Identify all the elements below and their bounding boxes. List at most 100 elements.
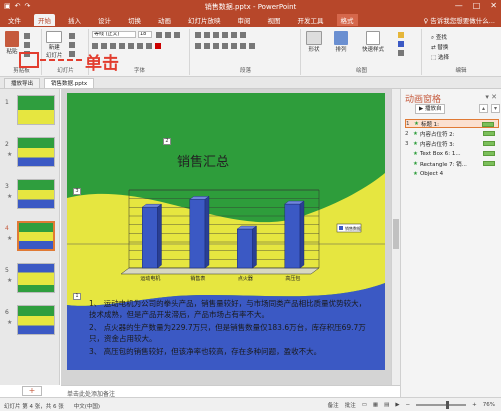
- shapes-button[interactable]: 形状: [306, 31, 322, 53]
- align-right-icon[interactable]: [213, 43, 219, 49]
- animation-item[interactable]: ★ Text Box 6: 1...: [405, 149, 499, 158]
- copy-icon[interactable]: [24, 42, 30, 48]
- columns-icon[interactable]: [231, 43, 237, 49]
- shape-effects-icon[interactable]: [398, 50, 404, 56]
- zoom-slider-handle[interactable]: [446, 401, 450, 409]
- tab-review[interactable]: 审阅: [234, 14, 255, 26]
- char-spacing-icon[interactable]: [137, 43, 143, 49]
- text-direction-icon[interactable]: [240, 32, 246, 38]
- align-left-icon[interactable]: [195, 43, 201, 49]
- slide-thumbnail-3[interactable]: [17, 179, 55, 209]
- animation-timing-bar: [482, 122, 494, 127]
- shape-outline-icon[interactable]: [398, 41, 404, 47]
- shadow-icon[interactable]: [119, 43, 125, 49]
- justify-icon[interactable]: [222, 43, 228, 49]
- font-name-select[interactable]: 等线 (正文): [92, 31, 136, 38]
- animation-item[interactable]: 2 ★ 内容占位符 2:: [405, 129, 499, 138]
- animation-timing-bar: [483, 131, 495, 136]
- animation-tag-1: 1: [73, 293, 81, 300]
- clear-format-icon[interactable]: [174, 32, 180, 38]
- shrink-font-icon[interactable]: [165, 32, 171, 38]
- tell-me-search[interactable]: ♀ 告诉我您想要做什么...: [423, 15, 495, 25]
- tab-home[interactable]: 开始: [34, 14, 55, 26]
- zoom-out-icon[interactable]: −: [406, 402, 411, 408]
- smartart-icon[interactable]: [249, 43, 255, 49]
- tab-design[interactable]: 设计: [94, 14, 115, 26]
- paste-button[interactable]: 粘贴: [5, 31, 19, 55]
- tab-slideshow[interactable]: 幻灯片放映: [184, 14, 225, 26]
- zoom-level: 76%: [482, 402, 495, 408]
- animation-item[interactable]: ★ Rectangle 7: 销...: [405, 159, 499, 168]
- numbering-icon[interactable]: [204, 32, 210, 38]
- animation-item[interactable]: 1 ★ 标题 1:: [405, 119, 499, 128]
- close-button[interactable]: ✕: [490, 1, 497, 10]
- slide-thumbnail-5[interactable]: [17, 263, 55, 293]
- align-center-icon[interactable]: [204, 43, 210, 49]
- line-spacing-icon[interactable]: [231, 32, 237, 38]
- notes-field[interactable]: 单击此处添加备注: [61, 385, 400, 398]
- tab-developer[interactable]: 开发工具: [294, 14, 328, 26]
- sorter-view-icon[interactable]: ▦: [373, 402, 378, 408]
- arrange-button[interactable]: 排列: [334, 31, 348, 53]
- slide-thumbnail-1[interactable]: [17, 95, 55, 125]
- legend-label: 销售数据: [345, 225, 361, 231]
- bullet-item: 1、 运动电机为公司的拳头产品，销售量较好，与市场同类产品相比质量优势较大，技术…: [89, 299, 367, 319]
- slide-title: 销售汇总: [177, 155, 230, 170]
- comments-button[interactable]: 批注: [345, 401, 356, 409]
- reset-icon[interactable]: [69, 42, 75, 48]
- slide-thumbnail-6[interactable]: [17, 305, 55, 335]
- normal-view-icon[interactable]: ▭: [362, 402, 367, 408]
- slide-thumbnails-pane: 1 2 ★ 3 ★ 4 ★ 5 ★ 6 ★: [0, 89, 60, 385]
- minimize-button[interactable]: —: [455, 1, 463, 10]
- slide[interactable]: 运动电机 销售表 点火器 高压包 销售数据 销售汇总 2 3 1 1、 运动电机为公司的…: [67, 93, 385, 370]
- tab-transitions[interactable]: 切换: [124, 14, 145, 26]
- reading-view-icon[interactable]: ▤: [384, 402, 389, 408]
- vertical-scrollbar[interactable]: [391, 89, 400, 385]
- move-down-icon[interactable]: ▾: [491, 104, 500, 113]
- shape-fill-icon[interactable]: [398, 32, 404, 38]
- bullets-icon[interactable]: [195, 32, 201, 38]
- animation-timing-bar: [483, 141, 495, 146]
- animation-item[interactable]: 3 ★ 内容占位符 3:: [405, 139, 499, 148]
- new-slide-button[interactable]: 新建 幻灯片: [46, 31, 63, 59]
- zoom-slider[interactable]: [416, 401, 467, 409]
- tab-format[interactable]: 格式: [336, 14, 358, 26]
- notes-button[interactable]: 备注: [328, 401, 339, 409]
- slide-thumbnail-2[interactable]: [17, 137, 55, 167]
- play-from-button[interactable]: ▶ 播放自: [415, 104, 445, 114]
- maximize-button[interactable]: □: [473, 1, 481, 10]
- increase-indent-icon[interactable]: [222, 32, 228, 38]
- annotation-highlight-box: [19, 52, 39, 68]
- zoom-in-icon[interactable]: +: [472, 402, 477, 408]
- close-icon[interactable]: ▾ ✕: [485, 93, 497, 101]
- select-button[interactable]: ⬚ 选择: [431, 53, 449, 61]
- change-case-icon[interactable]: [146, 43, 152, 49]
- doc-tab-sales[interactable]: 销售数据.pptx: [44, 77, 95, 88]
- strikethrough-icon[interactable]: [128, 43, 134, 49]
- font-size-select[interactable]: 18: [138, 31, 152, 38]
- slideshow-view-icon[interactable]: ▶: [395, 402, 399, 408]
- doc-tab-playback[interactable]: 播放导出: [4, 77, 41, 88]
- tab-animations[interactable]: 动画: [154, 14, 175, 26]
- tab-insert[interactable]: 插入: [64, 14, 85, 26]
- move-up-icon[interactable]: ▴: [479, 104, 488, 113]
- layout-icon[interactable]: [69, 33, 75, 39]
- tab-file[interactable]: 文件: [4, 14, 25, 26]
- replace-button[interactable]: ⇄ 替换: [431, 43, 448, 51]
- tab-view[interactable]: 视图: [264, 14, 285, 26]
- animation-star-icon: ★: [413, 140, 418, 147]
- animation-star-icon: ★: [413, 150, 418, 157]
- decrease-indent-icon[interactable]: [213, 32, 219, 38]
- scroll-thumb[interactable]: [393, 219, 399, 249]
- legend-swatch: [339, 226, 343, 230]
- align-text-icon[interactable]: [240, 43, 246, 49]
- grow-font-icon[interactable]: [156, 32, 162, 38]
- slide-thumbnail-4[interactable]: [17, 221, 55, 251]
- cut-icon[interactable]: [24, 33, 30, 39]
- add-slide-button[interactable]: +: [22, 386, 42, 396]
- font-color-icon[interactable]: [155, 43, 161, 49]
- find-button[interactable]: ⌕ 查找: [431, 33, 447, 42]
- quick-styles-button[interactable]: 快速样式: [362, 31, 384, 53]
- animation-item[interactable]: ★ Object 4: [405, 169, 499, 178]
- section-icon[interactable]: [69, 51, 75, 57]
